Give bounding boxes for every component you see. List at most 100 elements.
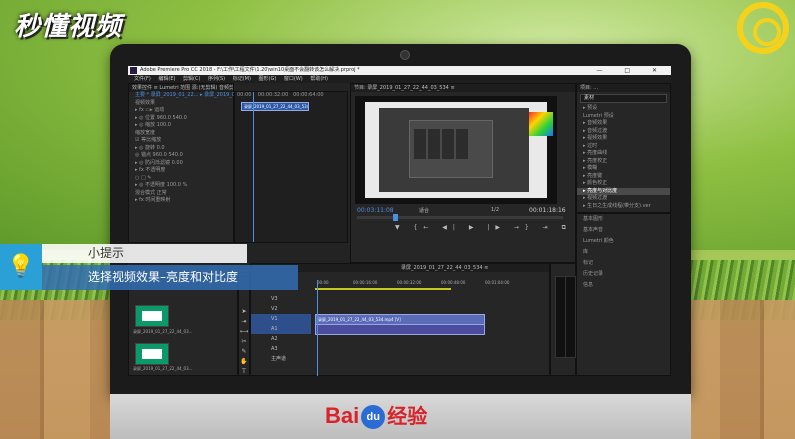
effects-item[interactable]: ▸ 亮度曲线	[577, 150, 670, 158]
clip-thumbnail[interactable]	[135, 305, 169, 327]
effects-item[interactable]: ▸ 预设	[577, 105, 670, 113]
side-panel-item[interactable]: Lumetri 颜色	[577, 236, 670, 247]
ruler-tick: 00:01:04:00	[485, 280, 510, 285]
lightbulb-icon: 💡	[0, 244, 42, 290]
effects-item[interactable]: ▸ 颜色校正	[577, 180, 670, 188]
window-controls[interactable]: — □ ✕	[596, 66, 667, 75]
tools-panel: ➤ ⇥ ⟷ ✂ ✎ ✋ T	[238, 276, 250, 376]
effect-row[interactable]: ○ □ ✎	[129, 175, 233, 183]
mini-playhead[interactable]	[253, 92, 254, 242]
menu-edit[interactable]: 编辑(E)	[158, 76, 175, 82]
track-a3[interactable]: A3	[251, 344, 311, 354]
effects-item[interactable]: ▸ 视频过渡	[577, 195, 670, 203]
photoshop-dialog	[409, 120, 493, 178]
timeline-playhead[interactable]	[317, 280, 318, 376]
effects-item[interactable]: ▸ 过时	[577, 143, 670, 151]
effect-controls-tabs[interactable]: 效果控件 ≡ Lumetri 范围 源:(无剪辑) 音频剪辑混合器: 录屏_20…	[129, 84, 233, 92]
tip-text: 选择视频效果–亮度和对比度	[42, 265, 298, 290]
effects-item[interactable]: Lumetri 预设	[577, 113, 670, 121]
effect-row[interactable]: ▸ fx 不透明度	[129, 167, 233, 175]
effects-item[interactable]: ▸ 音频效果	[577, 120, 670, 128]
mini-clip[interactable]: 录屏_2019_01_27_22_44_03_534.mp4	[241, 102, 309, 111]
program-playhead[interactable]	[393, 214, 398, 221]
menu-graphics[interactable]: 图形(G)	[259, 76, 277, 82]
effect-row[interactable]: ▸ ◎ 旋转 0.0	[129, 145, 233, 153]
hand-tool-icon[interactable]: ✋	[239, 357, 249, 367]
track-master[interactable]: 主声道	[251, 354, 311, 364]
effects-item[interactable]: ▸ 模糊	[577, 165, 670, 173]
track-a2[interactable]: A2	[251, 334, 311, 344]
baidu-paw-icon: du	[361, 405, 386, 430]
app-icon	[130, 67, 137, 74]
side-panel-item[interactable]: 标记	[577, 258, 670, 269]
effects-item[interactable]: ▸ 亮度键	[577, 173, 670, 181]
effects-item[interactable]: ▸ 音频过渡	[577, 128, 670, 136]
program-fit-select[interactable]: 适合	[419, 207, 429, 214]
video-frame-photoshop	[365, 102, 553, 198]
program-ratio-select[interactable]: 1/2	[491, 207, 499, 213]
program-tab[interactable]: 节目: 录屏_2019_01_27_22_44_03_534 ≡	[351, 84, 575, 92]
effect-row[interactable]: ▸ fx 时间重映射	[129, 197, 233, 205]
baidu-logo-right: 经验	[387, 406, 428, 428]
menu-sequence[interactable]: 序列(S)	[208, 76, 225, 82]
side-panel-item[interactable]: 基本声音	[577, 225, 670, 236]
window-title: Adobe Premiere Pro CC 2018 - F:\工作\工程文件\…	[140, 67, 360, 73]
menu-window[interactable]: 窗口(W)	[284, 76, 303, 82]
clip-thumbnail-label: 录屏_2019_01_27_22_44_03...	[133, 329, 193, 334]
effects-item[interactable]: ▸ 生日之生成线程(带分支).ver	[577, 203, 670, 211]
effects-item-selected[interactable]: ▸ 亮度与对比度	[577, 187, 670, 195]
effect-row[interactable]: ▸ ◎ 不透明度 100.0 %	[129, 182, 233, 190]
project-tab[interactable]: 项目: ...	[577, 84, 670, 92]
side-panel-item[interactable]: 基本图形	[577, 214, 670, 225]
work-area-bar[interactable]	[315, 288, 451, 290]
side-panel-item[interactable]: 库	[577, 247, 670, 258]
effect-row[interactable]: ☑ 等比缩放	[129, 137, 233, 145]
effects-panel: 项目: ... 素材 ▸ 预设 Lumetri 预设 ▸ 音频效果 ▸ 音频过渡…	[576, 83, 671, 213]
effect-row[interactable]: ▸ ◎ 缩放 100.0	[129, 122, 233, 130]
audio-meter-right	[565, 276, 576, 358]
program-monitor-panel: 节目: 录屏_2019_01_27_22_44_03_534 ≡ 00:03:1…	[350, 83, 604, 263]
tip-overlay: 💡 小提示 选择视频效果–亮度和对比度	[0, 244, 298, 290]
program-video	[355, 96, 557, 204]
dialog-presets	[414, 129, 470, 159]
side-panel-item[interactable]: 历史记录	[577, 269, 670, 280]
clip-thumbnail[interactable]	[135, 343, 169, 365]
program-timecode-left[interactable]: 00:03:11:08	[357, 207, 394, 214]
effects-item[interactable]: ▸ 视频效果	[577, 135, 670, 143]
type-tool-icon[interactable]: T	[239, 367, 249, 376]
track-v1[interactable]: V1	[251, 314, 311, 324]
title-bar: Adobe Premiere Pro CC 2018 - F:\工作\工程文件\…	[128, 66, 671, 75]
menu-help[interactable]: 帮助(H)	[310, 76, 328, 82]
menu-file[interactable]: 文件(F)	[134, 76, 151, 82]
razor-tool-icon[interactable]: ✂	[239, 337, 249, 347]
baidu-logo-left: Bai	[325, 403, 360, 428]
track-select-tool-icon[interactable]: ⇥	[239, 317, 249, 327]
timeline-audio-clip[interactable]	[315, 324, 485, 335]
menu-clip[interactable]: 剪辑(C)	[183, 76, 200, 82]
effects-item[interactable]: ▸ 亮度校正	[577, 158, 670, 166]
effect-row[interactable]: ▸ fx ▭▸ 运动	[129, 107, 233, 115]
track-v3[interactable]: V3	[251, 294, 311, 304]
top-logo: 秒懂视频	[14, 12, 123, 42]
effect-controls-clip[interactable]: 主要 * 录屏_2019_01_22... ▸ 录屏_2019_01_22_..…	[129, 92, 254, 100]
baidu-jingyan-logo: Bai du 经验	[325, 400, 428, 430]
effects-search-input[interactable]: 素材	[580, 94, 667, 103]
effect-row[interactable]: ▸ ◎ 位置 960.0 540.0	[129, 115, 233, 123]
ruler-tick: 00:00	[317, 280, 329, 285]
track-a1[interactable]: A1	[251, 324, 311, 334]
track-v2[interactable]: V2	[251, 304, 311, 314]
photoshop-workspace	[379, 108, 553, 192]
project-bin-panel: 录屏_2019_01_27_22_44_03... 录屏_2019_01_27_…	[128, 276, 238, 376]
side-panel-item[interactable]: 信息	[577, 280, 670, 291]
menu-marker[interactable]: 标记(M)	[233, 76, 251, 82]
clip-thumbnail-label: 录屏_2019_01_27_22_44_03...	[133, 366, 193, 371]
effect-row[interactable]: ◎ 锚点 960.0 540.0	[129, 152, 233, 160]
program-timecode-right: 00:01:18:16	[529, 207, 566, 214]
program-scrubber[interactable]	[357, 214, 563, 221]
selection-tool-icon[interactable]: ➤	[239, 307, 249, 317]
ripple-tool-icon[interactable]: ⟷	[239, 327, 249, 337]
effect-row[interactable]: ▸ ◎ 防闪烁滤镜 0.00	[129, 160, 233, 168]
ruler-tick: 00:00:16:00	[353, 280, 378, 285]
pen-tool-icon[interactable]: ✎	[239, 347, 249, 357]
effect-row[interactable]: 混合模式 正常	[129, 190, 233, 198]
